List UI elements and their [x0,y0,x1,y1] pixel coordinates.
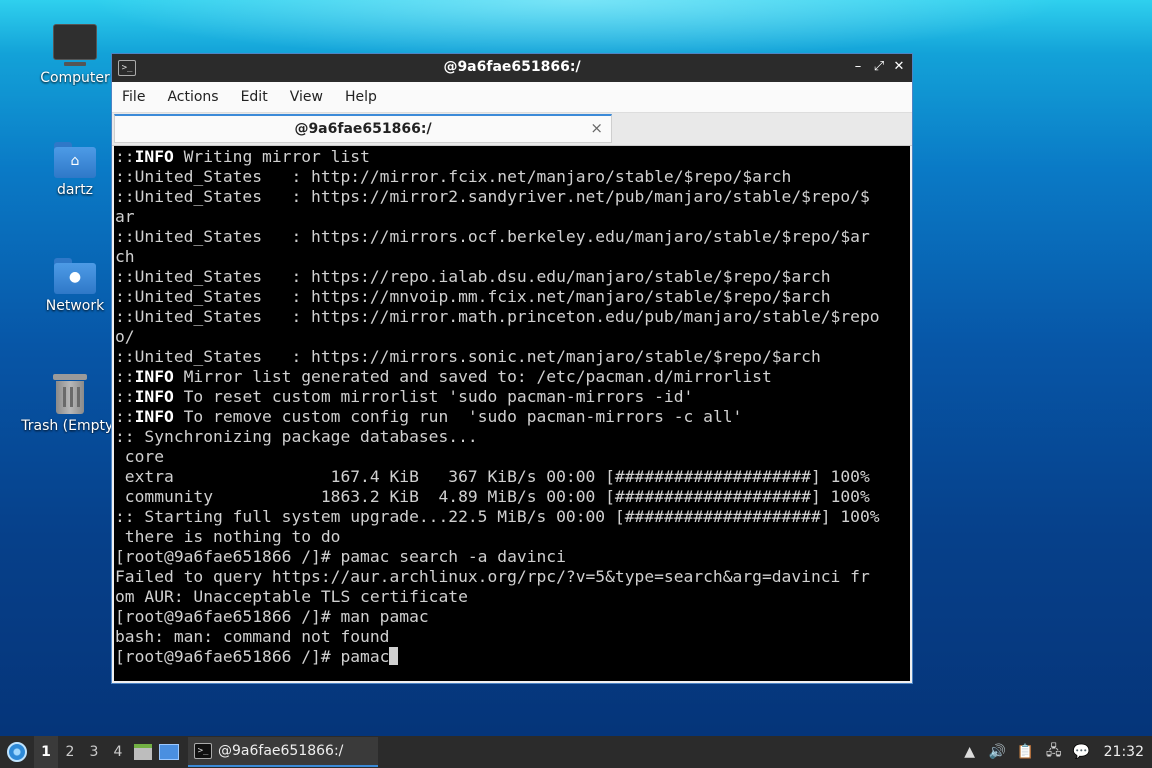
terminal-line: ::United_States : https://mirrors.sonic.… [115,347,821,366]
trash-icon [53,374,87,414]
notification-icon[interactable]: 💬 [1070,736,1094,768]
terminal-prompt-line[interactable]: [root@9a6fae651866 /]# pamac [115,647,910,667]
terminal-line: om AUR: Unacceptable TLS certificate [115,587,468,606]
terminal-line: ::INFO Writing mirror list [115,147,370,166]
network-icon[interactable]: 🖧 [1042,736,1066,768]
menu-file[interactable]: File [114,89,153,105]
terminal-line: ::United_States : https://repo.ialab.dsu… [115,267,831,286]
tab-title: @9a6fae651866:/ [294,121,432,137]
volume-icon[interactable]: 🔊 [986,736,1010,768]
close-tab-icon[interactable]: × [590,119,603,137]
terminal-line: [root@9a6fae651866 /]# pamac search -a d… [115,547,566,566]
terminal-line: ::INFO To reset custom mirrorlist 'sudo … [115,387,694,406]
menu-help[interactable]: Help [337,89,385,105]
workspace-1[interactable]: 1 [34,736,58,768]
system-tray: ▲ 🔊 📋 🖧 💬 21:32 [954,736,1152,768]
start-menu-button[interactable] [0,736,34,768]
workspace-4[interactable]: 4 [106,736,130,768]
terminal-line: [root@9a6fae651866 /]# man pamac [115,607,429,626]
terminal-line: community 1863.2 KiB 4.89 MiB/s 00:00 [#… [115,487,870,506]
task-label: @9a6fae651866:/ [218,743,344,759]
network-folder-icon: ● [54,258,96,294]
terminal-line: there is nothing to do [115,527,341,546]
terminal-output[interactable]: ::INFO Writing mirror list::United_State… [114,146,910,681]
terminal-line: ::United_States : https://mirrors.ocf.be… [115,227,870,246]
text-cursor [389,647,399,665]
terminal-window: >_ @9a6fae651866:/ – ⤢ ✕ File Actions Ed… [111,53,913,684]
show-desktop-button[interactable] [156,736,182,768]
window-titlebar[interactable]: >_ @9a6fae651866:/ – ⤢ ✕ [112,54,912,82]
home-folder-icon: ⌂ [54,142,96,178]
workspace-3[interactable]: 3 [82,736,106,768]
menu-actions[interactable]: Actions [159,89,226,105]
terminal-text: ::INFO Writing mirror list::United_State… [114,146,910,667]
menu-bar: File Actions Edit View Help [112,82,912,113]
terminal-line: ::United_States : http://mirror.fcix.net… [115,167,792,186]
terminal-line: :: Starting full system upgrade...22.5 M… [115,507,880,526]
desktop-icon-trash[interactable]: Trash (Empty) [20,374,120,434]
maximize-button[interactable]: ⤢ [870,58,888,76]
terminal-line: ::United_States : https://mirror.math.pr… [115,307,880,326]
tab-bar: @9a6fae651866:/ × [112,113,912,146]
menu-edit[interactable]: Edit [233,89,276,105]
taskbar-terminal-task[interactable]: >_ @9a6fae651866:/ [188,737,378,767]
file-manager-launcher[interactable] [130,736,156,768]
info-tag: INFO [134,367,174,386]
close-button[interactable]: ✕ [890,58,908,76]
tab-terminal[interactable]: @9a6fae651866:/ × [114,114,612,143]
terminal-line: ::INFO To remove custom config run 'sudo… [115,407,743,426]
file-manager-icon [134,744,152,760]
terminal-line: ::United_States : https://mirror2.sandyr… [115,187,870,206]
window-title: @9a6fae651866:/ [443,59,581,75]
terminal-line: :: Synchronizing package databases... [115,427,478,446]
info-tag: INFO [134,407,174,426]
computer-icon [53,24,97,66]
terminal-line: ar [115,207,135,226]
updates-icon[interactable]: ▲ [958,736,982,768]
start-logo-icon [7,742,27,762]
terminal-line: o/ [115,327,135,346]
desktop-icon-label: Trash (Empty) [21,418,119,434]
terminal-line: ::United_States : https://mnvoip.mm.fcix… [115,287,831,306]
workspace-2[interactable]: 2 [58,736,82,768]
menu-view[interactable]: View [282,89,331,105]
clock[interactable]: 21:32 [1104,744,1144,760]
terminal-line: core [115,447,165,466]
taskbar: 1 2 3 4 >_ @9a6fae651866:/ ▲ 🔊 📋 🖧 💬 21:… [0,736,1152,768]
info-tag: INFO [134,387,174,406]
terminal-line: bash: man: command not found [115,627,390,646]
terminal-line: Failed to query https://aur.archlinux.or… [115,567,870,586]
desktop-icon [159,744,179,760]
terminal-icon: >_ [194,743,212,759]
terminal-line: extra 167.4 KiB 367 KiB/s 00:00 [#######… [115,467,870,486]
clipboard-icon[interactable]: 📋 [1014,736,1038,768]
info-tag: INFO [134,147,174,166]
minimize-button[interactable]: – [849,58,867,76]
terminal-line: ch [115,247,135,266]
terminal-line: ::INFO Mirror list generated and saved t… [115,367,772,386]
